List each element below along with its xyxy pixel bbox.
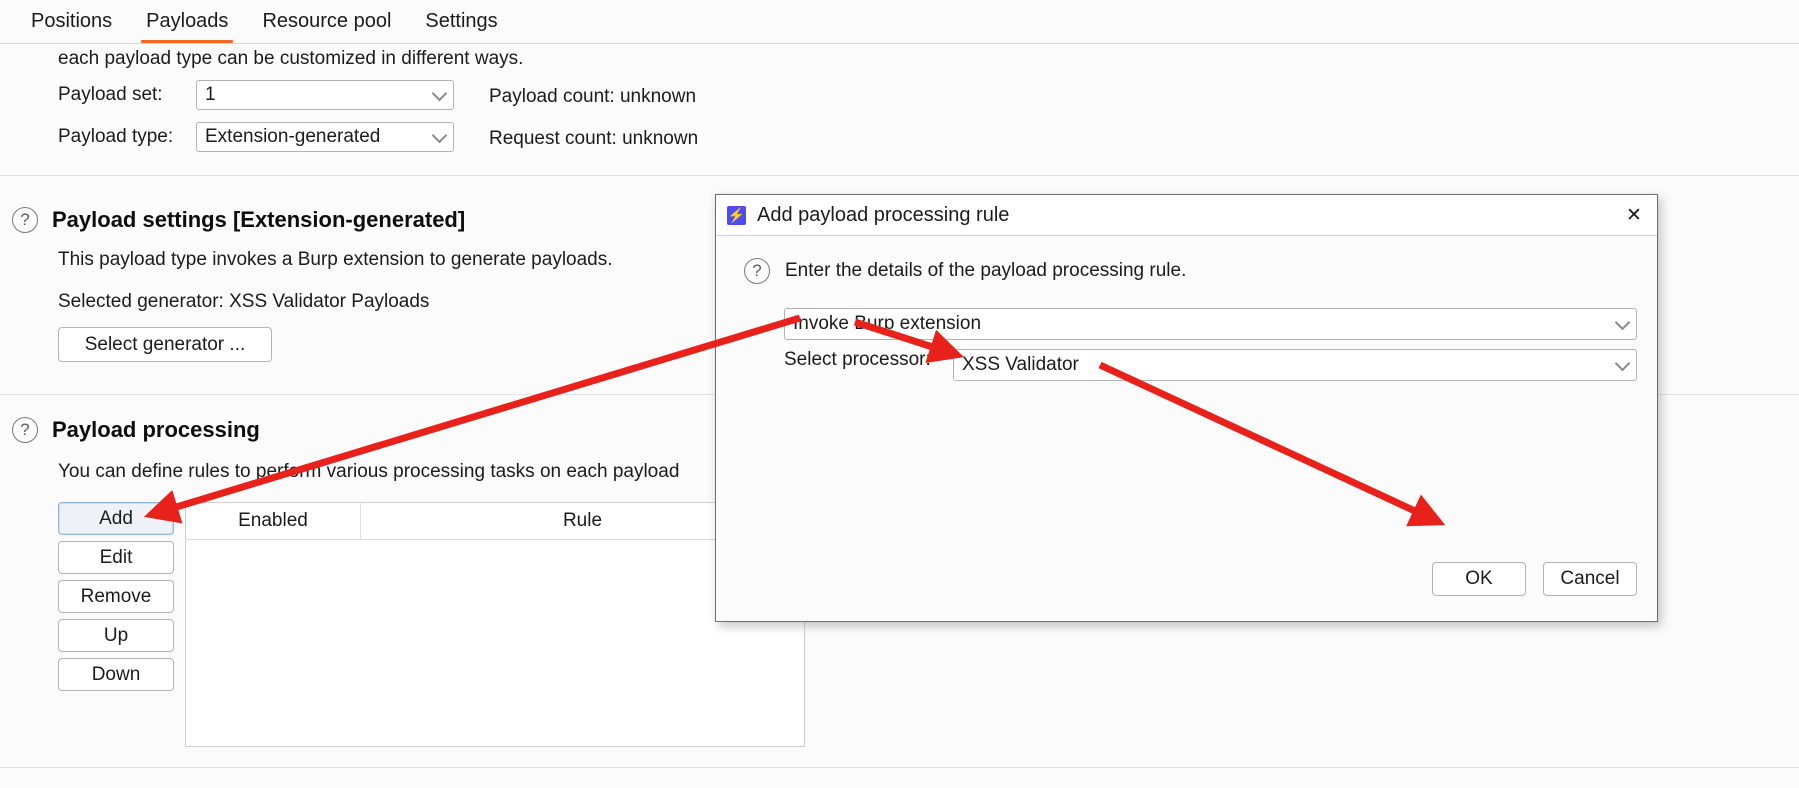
payload-set-label: Payload set: bbox=[58, 84, 163, 105]
payload-type-value: Extension-generated bbox=[205, 126, 381, 147]
payload-sets-intro-text: each payload type can be customized in d… bbox=[58, 48, 524, 69]
dialog-body: ? Enter the details of the payload proce… bbox=[716, 236, 1657, 622]
chevron-down-icon bbox=[431, 85, 448, 102]
dialog-message-row: ? Enter the details of the payload proce… bbox=[744, 258, 1186, 284]
dialog-footer: OK Cancel bbox=[1432, 562, 1637, 596]
rule-type-value: Invoke Burp extension bbox=[793, 313, 982, 334]
ok-label: OK bbox=[1465, 568, 1493, 589]
chevron-down-icon bbox=[431, 127, 448, 144]
selected-generator-text: Selected generator: XSS Validator Payloa… bbox=[58, 291, 430, 312]
move-down-button[interactable]: Down bbox=[58, 658, 174, 691]
payload-processing-description: You can define rules to perform various … bbox=[58, 461, 680, 482]
payload-settings-heading: ? Payload settings [Extension-generated] bbox=[12, 207, 465, 233]
burp-intruder-payloads-screen: Positions Payloads Resource pool Setting… bbox=[0, 0, 1799, 788]
remove-rule-button[interactable]: Remove bbox=[58, 580, 174, 613]
payload-processing-title: Payload processing bbox=[52, 417, 260, 442]
active-tab-underline bbox=[141, 40, 234, 43]
select-processor-label: Select processor: bbox=[784, 349, 931, 370]
select-generator-label: Select generator ... bbox=[84, 333, 246, 355]
move-up-label: Up bbox=[103, 624, 129, 646]
move-down-label: Down bbox=[91, 663, 141, 685]
payload-set-row: Payload set: 1 bbox=[58, 80, 454, 110]
select-generator-button[interactable]: Select generator ... bbox=[58, 327, 272, 362]
payload-type-row: Payload type: Extension-generated bbox=[58, 122, 454, 152]
cancel-button[interactable]: Cancel bbox=[1543, 562, 1637, 596]
question-icon[interactable]: ? bbox=[12, 207, 38, 233]
question-icon[interactable]: ? bbox=[744, 258, 770, 284]
payload-settings-description: This payload type invokes a Burp extensi… bbox=[58, 249, 613, 270]
add-rule-button[interactable]: Add bbox=[58, 502, 174, 535]
tab-settings[interactable]: Settings bbox=[408, 0, 514, 43]
remove-rule-label: Remove bbox=[80, 585, 152, 607]
chevron-down-icon bbox=[1614, 314, 1631, 331]
tab-positions[interactable]: Positions bbox=[14, 0, 129, 43]
tab-resource-pool[interactable]: Resource pool bbox=[245, 0, 408, 43]
section-divider-3 bbox=[0, 767, 1799, 768]
table-header-row: Enabled Rule bbox=[186, 503, 804, 540]
main-tab-bar: Positions Payloads Resource pool Setting… bbox=[0, 0, 1799, 44]
processor-select[interactable]: XSS Validator bbox=[953, 349, 1637, 381]
payload-set-select[interactable]: 1 bbox=[196, 80, 454, 110]
payload-count-text: Payload count: unknown bbox=[489, 86, 697, 107]
dialog-message-text: Enter the details of the payload process… bbox=[785, 260, 1187, 281]
add-rule-label: Add bbox=[99, 507, 133, 529]
tab-label: Positions bbox=[31, 10, 113, 32]
tab-label: Payloads bbox=[146, 10, 229, 32]
payload-type-label: Payload type: bbox=[58, 126, 174, 147]
move-up-button[interactable]: Up bbox=[58, 619, 174, 652]
chevron-down-icon bbox=[1614, 355, 1631, 372]
payload-type-select[interactable]: Extension-generated bbox=[196, 122, 454, 152]
cancel-label: Cancel bbox=[1560, 568, 1620, 589]
column-header-enabled[interactable]: Enabled bbox=[186, 503, 361, 539]
edit-rule-label: Edit bbox=[99, 546, 133, 568]
edit-rule-button[interactable]: Edit bbox=[58, 541, 174, 574]
question-icon[interactable]: ? bbox=[12, 417, 38, 443]
rule-type-select[interactable]: Invoke Burp extension bbox=[784, 308, 1637, 340]
payload-settings-title: Payload settings [Extension-generated] bbox=[52, 207, 466, 232]
close-icon[interactable]: ✕ bbox=[1621, 202, 1647, 228]
payload-processing-heading: ? Payload processing bbox=[12, 417, 260, 443]
payload-set-value: 1 bbox=[205, 84, 216, 105]
tab-label: Resource pool bbox=[262, 10, 392, 32]
payload-processing-button-column: Add Edit Remove Up Down bbox=[58, 502, 174, 691]
section-divider-1 bbox=[0, 175, 1799, 176]
request-count-text: Request count: unknown bbox=[489, 128, 699, 149]
dialog-title-bar: ⚡ Add payload processing rule ✕ bbox=[716, 195, 1657, 236]
dialog-title-text: Add payload processing rule bbox=[757, 203, 1010, 226]
tab-label: Settings bbox=[425, 10, 498, 32]
add-payload-processing-rule-dialog: ⚡ Add payload processing rule ✕ ? Enter … bbox=[715, 194, 1658, 622]
burp-lightning-icon: ⚡ bbox=[727, 205, 746, 225]
ok-button[interactable]: OK bbox=[1432, 562, 1526, 596]
tab-payloads[interactable]: Payloads bbox=[129, 0, 245, 43]
processor-value: XSS Validator bbox=[962, 354, 1079, 375]
table-body-empty bbox=[186, 540, 804, 720]
payload-processing-rules-table[interactable]: Enabled Rule bbox=[185, 502, 805, 747]
